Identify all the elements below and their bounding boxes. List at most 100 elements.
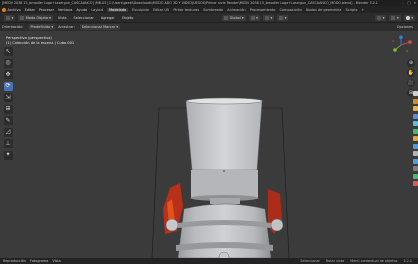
tab-animation[interactable]: Animación xyxy=(227,8,245,12)
tab-geometry-nodes[interactable]: Nodos de geometría xyxy=(306,8,342,12)
camera-icon[interactable]: 🎥 xyxy=(407,79,415,87)
solid-shading-icon xyxy=(405,15,410,20)
drag-select[interactable]: Seleccionar Marcar ▾ xyxy=(79,24,121,30)
options-menu[interactable]: Opciones xyxy=(397,25,413,29)
proportional-button[interactable]: ▾ xyxy=(277,14,289,21)
3d-viewport[interactable]: Perspectiva (perspectiva) (1) Colección … xyxy=(0,31,418,258)
playback-menu[interactable]: Reproducción xyxy=(3,259,26,263)
data-properties-icon[interactable] xyxy=(412,173,418,179)
navigation-gizmo[interactable] xyxy=(388,35,414,55)
tab-shading[interactable]: Sombreado xyxy=(203,8,223,12)
gizmo-y-icon[interactable] xyxy=(393,48,397,52)
move-tool-icon[interactable]: ✥ xyxy=(3,70,13,79)
orientation-select[interactable]: Predefinido ▾ xyxy=(28,24,56,30)
zoom-icon[interactable]: ⊕ xyxy=(407,59,415,67)
magnet-icon xyxy=(264,15,269,20)
add-workspace-button[interactable]: + xyxy=(361,8,364,12)
mode-select[interactable]: Modo Objeto ▾ xyxy=(18,14,53,21)
neck xyxy=(210,198,240,204)
tab-texture-paint[interactable]: Pintar texturas xyxy=(173,8,199,12)
cube-icon xyxy=(6,15,10,20)
cup-rim xyxy=(186,97,263,105)
camera-frame-right xyxy=(281,107,290,258)
extra-tool-icon[interactable]: ✦ xyxy=(3,150,13,160)
modifier-properties-icon[interactable] xyxy=(412,143,418,149)
object-properties-icon[interactable] xyxy=(412,136,418,141)
tab-compositing[interactable]: Composición xyxy=(279,8,301,12)
orientation-label: Orientación: xyxy=(2,25,24,29)
menu-edit[interactable]: Editar xyxy=(25,8,35,12)
tab-layout[interactable]: Layout xyxy=(91,8,103,12)
version-label: 3.2.1 xyxy=(403,259,412,263)
overlays-icon xyxy=(391,15,396,20)
drag-label: Arrastrar: xyxy=(58,25,75,29)
shading-button[interactable]: ▾ xyxy=(403,14,416,21)
cup-top[interactable] xyxy=(185,100,263,171)
tab-sculpting[interactable]: Esculpido xyxy=(132,8,149,12)
close-icon[interactable]: ✕ xyxy=(412,1,418,5)
menu-help[interactable]: Ayuda xyxy=(76,8,87,12)
eye-icon xyxy=(377,15,382,20)
tab-uv-editing[interactable]: Editar UV xyxy=(153,8,169,12)
material-properties-icon[interactable] xyxy=(412,181,418,186)
menu-select[interactable]: Seleccionar xyxy=(72,15,96,21)
gizmo-x-icon[interactable] xyxy=(408,40,412,44)
proportional-icon xyxy=(279,15,284,20)
tab-modeling[interactable]: Modelado xyxy=(107,7,129,12)
tool-properties-icon[interactable] xyxy=(412,91,418,96)
menu-file[interactable]: Archivo xyxy=(8,8,21,12)
render-properties-icon[interactable] xyxy=(412,98,418,104)
menu-window[interactable]: Ventana xyxy=(58,8,72,12)
camera-frame-left xyxy=(151,107,160,258)
body-main[interactable] xyxy=(177,203,272,258)
window-title: [MEDV 2036 15_bmodler Logo+Lasergun_CASC… xyxy=(2,1,378,5)
snap-button[interactable]: ▾ xyxy=(262,14,275,21)
world-properties-icon[interactable] xyxy=(412,128,418,134)
gizmo-z-icon[interactable] xyxy=(399,35,403,39)
rotate-tool-icon[interactable]: ⟳ xyxy=(3,81,13,91)
tab-scripting[interactable]: Scripts xyxy=(345,8,357,12)
menu-object[interactable]: Objeto xyxy=(120,15,136,21)
gizmo-neg-y-icon[interactable] xyxy=(405,49,409,53)
overlays-button[interactable]: ▾ xyxy=(389,14,401,21)
cursor-tool-icon[interactable]: ◎ xyxy=(3,58,13,68)
editor-type-button[interactable]: ▾ xyxy=(4,14,16,21)
global-icon xyxy=(224,15,229,20)
annotate-tool-icon[interactable]: ✎ xyxy=(3,116,13,125)
physics-properties-icon[interactable] xyxy=(412,158,418,164)
pan-icon[interactable]: ✋ xyxy=(407,69,415,77)
add-cube-tool-icon[interactable]: ⊥ xyxy=(3,139,13,148)
tool-options-bar: Orientación: Predefinido ▾ Arrastrar: Se… xyxy=(0,23,418,31)
select-tool-icon[interactable]: ↖ xyxy=(3,47,13,56)
gizmo-neg-x-icon[interactable] xyxy=(391,39,395,43)
measure-tool-icon[interactable]: ◿ xyxy=(3,127,13,137)
orientation-value: Predefinido xyxy=(30,25,51,29)
scene-properties-icon[interactable] xyxy=(412,121,418,126)
menu-view[interactable]: Vista xyxy=(56,15,69,21)
visibility-button[interactable]: ▾ xyxy=(375,14,387,21)
drag-value: Seleccionar Marcar xyxy=(81,25,116,29)
view-menu[interactable]: Vista xyxy=(52,259,60,263)
status-bar: Reproducción Fotograma Vista Seleccionar… xyxy=(0,258,418,264)
object-mode-icon xyxy=(20,15,25,20)
keying-menu[interactable]: Fotograma xyxy=(30,259,48,263)
hint-rotate-view: Rotar vista xyxy=(325,259,345,263)
constraints-properties-icon[interactable] xyxy=(412,166,418,171)
viewport-info: Perspectiva (perspectiva) (1) Colección … xyxy=(6,36,74,46)
particles-properties-icon[interactable] xyxy=(412,151,418,156)
output-properties-icon[interactable] xyxy=(412,106,418,111)
tab-rendering[interactable]: Procesamiento xyxy=(250,8,276,12)
blender-logo-icon[interactable] xyxy=(2,7,6,12)
bolt-left xyxy=(165,218,179,232)
view-layer-icon[interactable] xyxy=(412,113,418,119)
transform-orientation-select[interactable]: Global ▾ xyxy=(222,14,246,21)
hint-select: Seleccionar xyxy=(300,259,320,263)
transform-tool-icon[interactable]: ⊞ xyxy=(3,104,13,114)
scale-tool-icon[interactable]: ⇲ xyxy=(3,93,13,102)
menu-render[interactable]: Procesar xyxy=(39,8,54,12)
pivot-button[interactable]: ▾ xyxy=(248,14,260,21)
hint-context-menu: Menú contextual de objetos xyxy=(350,259,398,263)
menu-add[interactable]: Agregar xyxy=(99,15,117,21)
viewport-scene xyxy=(151,97,290,258)
mode-label: Modo Objeto xyxy=(25,15,49,20)
